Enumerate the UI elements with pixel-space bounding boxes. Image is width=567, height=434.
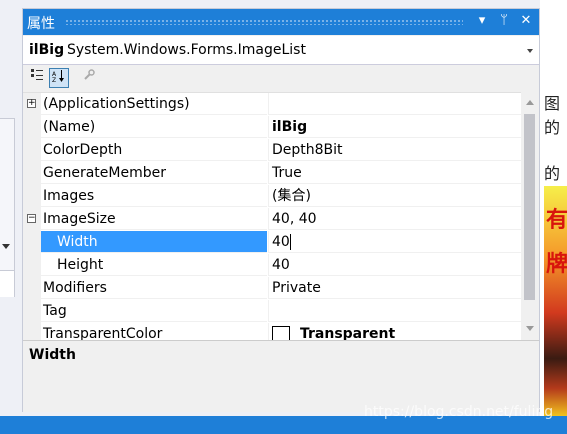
vertical-scrollbar[interactable] — [521, 92, 539, 339]
property-value: Transparent — [300, 326, 396, 340]
row-gutter — [23, 162, 41, 185]
text-caret — [289, 234, 291, 250]
row-gutter — [23, 116, 41, 139]
chevron-down-icon[interactable] — [527, 49, 533, 53]
row-gutter — [23, 231, 41, 254]
background-left-panel — [0, 0, 22, 434]
wrench-icon[interactable] — [79, 68, 99, 88]
description-title: Width — [29, 347, 76, 363]
background-image: 有 牌 — [544, 186, 567, 416]
window-menu-dropdown-icon[interactable]: ▾ — [473, 12, 491, 30]
property-value[interactable] — [268, 93, 521, 115]
property-value-editor[interactable]: 40 — [268, 231, 521, 253]
titlebar-grip — [65, 19, 463, 25]
property-value[interactable]: ilBig — [268, 116, 521, 138]
expand-icon[interactable]: + — [27, 99, 36, 108]
description-panel: Width — [23, 340, 539, 412]
row-gutter: − — [23, 208, 41, 231]
property-name: Modifiers — [41, 277, 267, 299]
background-image-text: 牌 — [546, 252, 567, 277]
property-name: (Name) — [41, 116, 267, 138]
property-row[interactable]: − ImageSize 40, 40 — [23, 208, 521, 231]
background-text: 图的 — [544, 94, 561, 137]
properties-toolbar: AZ — [23, 65, 539, 91]
row-gutter — [23, 185, 41, 208]
background-dropdown-arrow-icon — [2, 244, 10, 249]
property-row[interactable]: Modifiers Private — [23, 277, 521, 300]
property-name: GenerateMember — [41, 162, 267, 184]
collapse-icon[interactable]: − — [27, 214, 36, 223]
categorized-icon[interactable] — [27, 68, 47, 88]
property-name: (ApplicationSettings) — [41, 93, 267, 115]
property-value[interactable]: 40 — [268, 254, 521, 276]
property-value[interactable]: Private — [268, 277, 521, 299]
watermark: https://blog.csdn.net/fuling — [364, 404, 554, 420]
property-name: Images — [41, 185, 267, 207]
properties-window: 属性 ▾ ᛘ ✕ ilBig System.Windows.Forms.Imag… — [22, 8, 540, 412]
property-name: ImageSize — [41, 208, 267, 230]
object-selector[interactable]: ilBig System.Windows.Forms.ImageList — [23, 36, 539, 65]
scroll-down-icon[interactable] — [526, 326, 534, 331]
property-row[interactable]: Height 40 — [23, 254, 521, 277]
row-gutter — [23, 323, 41, 340]
property-row[interactable]: + (ApplicationSettings) — [23, 93, 521, 116]
window-titlebar: 属性 ▾ ᛘ ✕ — [23, 9, 539, 35]
property-row[interactable]: Tag — [23, 300, 521, 323]
window-title: 属性 — [27, 16, 55, 32]
property-row[interactable]: Images (集合) — [23, 185, 521, 208]
row-gutter — [23, 300, 41, 323]
property-name: Tag — [41, 300, 267, 322]
property-row[interactable]: GenerateMember True — [23, 162, 521, 185]
alphabetical-icon[interactable]: AZ — [49, 68, 69, 88]
property-name: ColorDepth — [41, 139, 267, 161]
property-grid: + (ApplicationSettings) (Name) ilBig Col… — [23, 92, 521, 340]
property-row[interactable]: ColorDepth Depth8Bit — [23, 139, 521, 162]
pin-icon[interactable]: ᛘ — [495, 12, 513, 30]
property-value[interactable]: (集合) — [268, 185, 521, 207]
color-swatch — [272, 326, 290, 340]
background-image-text: 有 — [546, 208, 567, 233]
property-value[interactable]: 40, 40 — [268, 208, 521, 230]
background-right-panel: 图的 的 有 牌 — [540, 0, 567, 434]
property-row-selected[interactable]: Width 40 — [23, 231, 521, 254]
property-name: TransparentColor — [41, 323, 267, 340]
object-name: ilBig — [29, 42, 65, 58]
row-gutter — [23, 139, 41, 162]
scroll-up-icon[interactable] — [526, 100, 534, 105]
background-field — [0, 270, 15, 297]
property-value[interactable]: Depth8Bit — [268, 139, 521, 161]
row-gutter: + — [23, 93, 41, 116]
property-value[interactable]: True — [268, 162, 521, 184]
row-gutter — [23, 254, 41, 277]
property-row[interactable]: TransparentColor Transparent — [23, 323, 521, 340]
row-gutter — [23, 277, 41, 300]
background-text: 的 — [544, 164, 561, 183]
close-icon[interactable]: ✕ — [517, 12, 535, 30]
property-value-color[interactable]: Transparent — [268, 323, 521, 340]
property-row[interactable]: (Name) ilBig — [23, 116, 521, 139]
object-type: System.Windows.Forms.ImageList — [67, 42, 306, 58]
scroll-thumb[interactable] — [524, 114, 535, 300]
property-value[interactable] — [268, 300, 521, 322]
property-value[interactable]: 40 — [272, 234, 290, 250]
property-name: Height — [41, 254, 267, 276]
property-name: Width — [41, 231, 267, 253]
svg-text:Z: Z — [52, 77, 56, 83]
